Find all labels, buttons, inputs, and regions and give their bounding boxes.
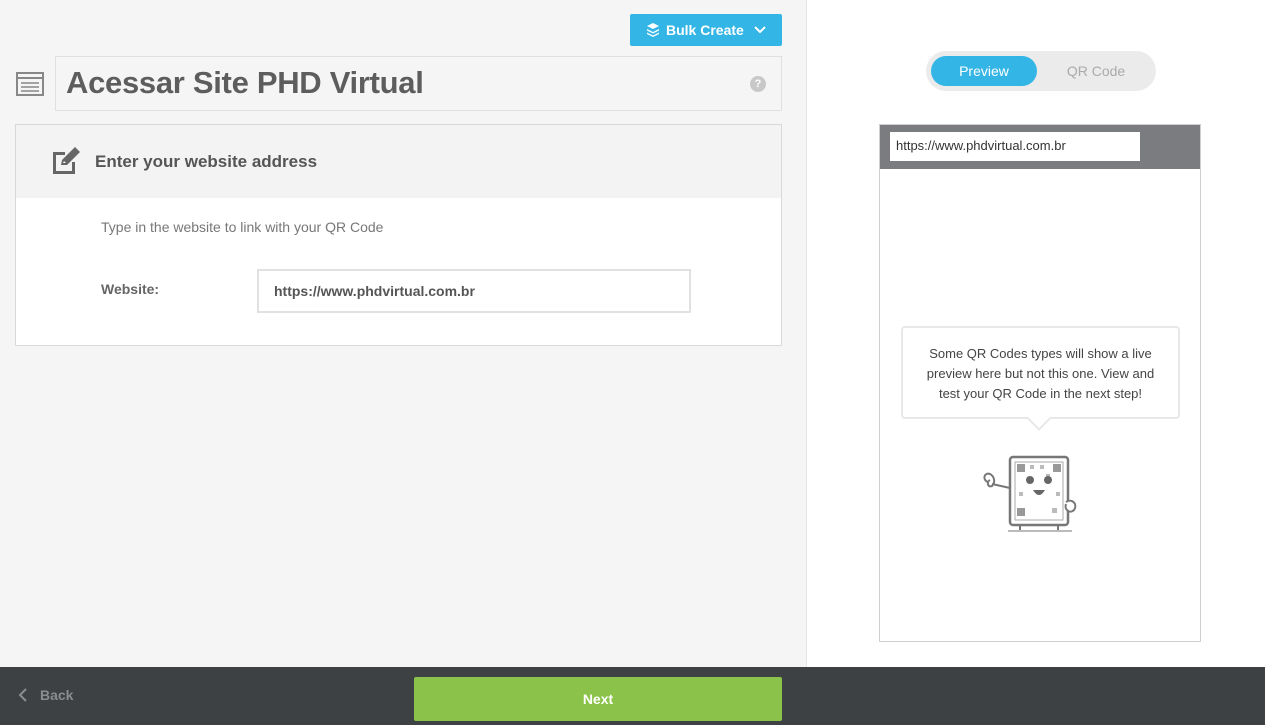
website-input[interactable] — [257, 269, 691, 313]
qr-name-title: Acessar Site PHD Virtual — [66, 65, 424, 100]
browser-url: https://www.phdvirtual.com.br — [890, 132, 1140, 161]
footer-bar: Back Next — [0, 667, 1265, 725]
layers-icon — [647, 23, 659, 37]
help-icon[interactable]: ? — [750, 76, 766, 92]
chevron-down-icon — [754, 26, 766, 34]
website-label: Website: — [101, 281, 160, 297]
website-card: Enter your website address Type in the w… — [15, 124, 782, 346]
info-bubble: Some QR Codes types will show a live pre… — [901, 326, 1180, 419]
qr-mascot-icon — [983, 455, 1077, 532]
tab-qr-code[interactable]: QR Code — [1043, 56, 1149, 86]
tab-preview[interactable]: Preview — [931, 56, 1037, 86]
bulk-create-label: Bulk Create — [666, 22, 744, 38]
back-button[interactable]: Back — [18, 687, 73, 703]
bulk-create-button[interactable]: Bulk Create — [630, 14, 782, 46]
browser-bar: https://www.phdvirtual.com.br — [880, 125, 1200, 169]
card-description: Type in the website to link with your QR… — [101, 219, 384, 235]
chevron-left-icon — [18, 688, 27, 702]
preview-toggle: Preview QR Code — [926, 51, 1156, 91]
preview-pane: Preview QR Code https://www.phdvirtual.c… — [806, 0, 1265, 667]
card-header: Enter your website address — [16, 125, 781, 198]
page-icon — [16, 72, 44, 96]
card-title: Enter your website address — [95, 152, 318, 171]
back-label: Back — [40, 687, 74, 703]
qr-name-field[interactable]: Acessar Site PHD Virtual ? — [55, 56, 782, 111]
edit-icon — [53, 147, 80, 174]
editor-pane: Bulk Create Acessar Site PHD Virtual ? E… — [0, 0, 806, 667]
next-button[interactable]: Next — [414, 677, 782, 721]
phone-preview: https://www.phdvirtual.com.br Some QR Co… — [879, 124, 1201, 642]
